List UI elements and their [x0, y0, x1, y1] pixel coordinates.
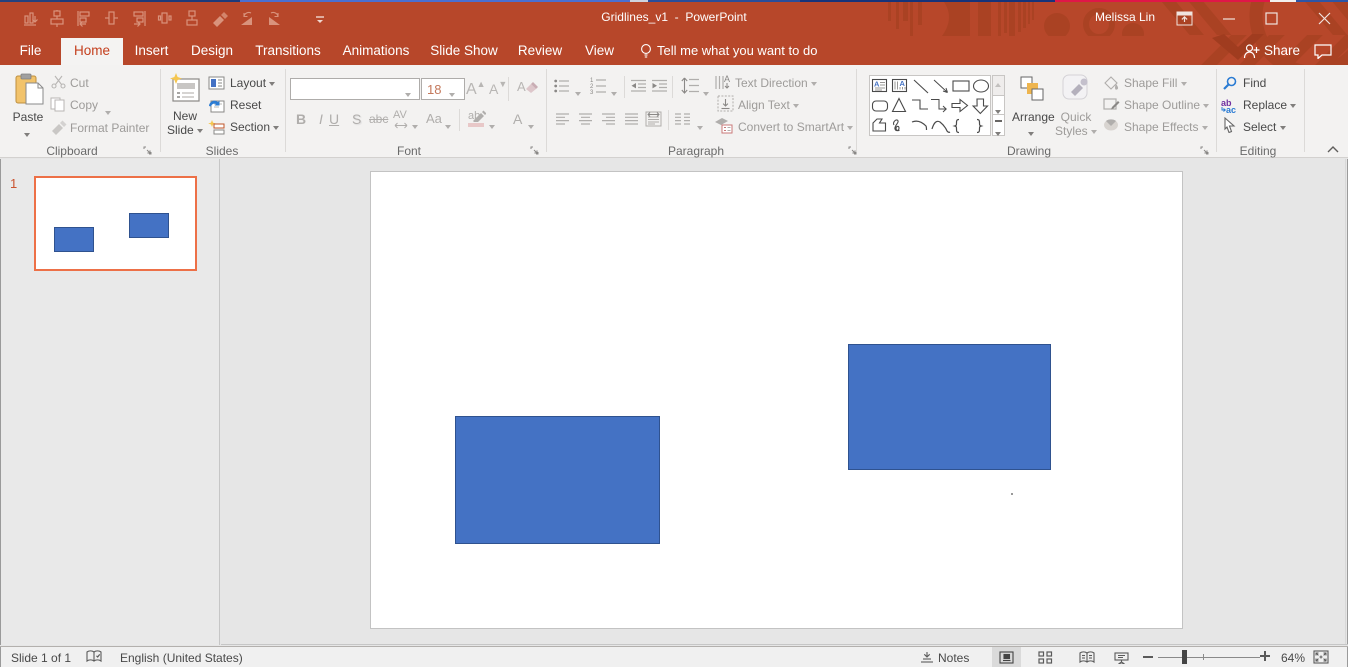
- svg-text:A: A: [900, 79, 906, 88]
- svg-text:A: A: [874, 80, 880, 89]
- svg-text:ac: ac: [1226, 105, 1236, 114]
- svg-text:A: A: [724, 74, 730, 84]
- svg-text:3: 3: [590, 90, 594, 94]
